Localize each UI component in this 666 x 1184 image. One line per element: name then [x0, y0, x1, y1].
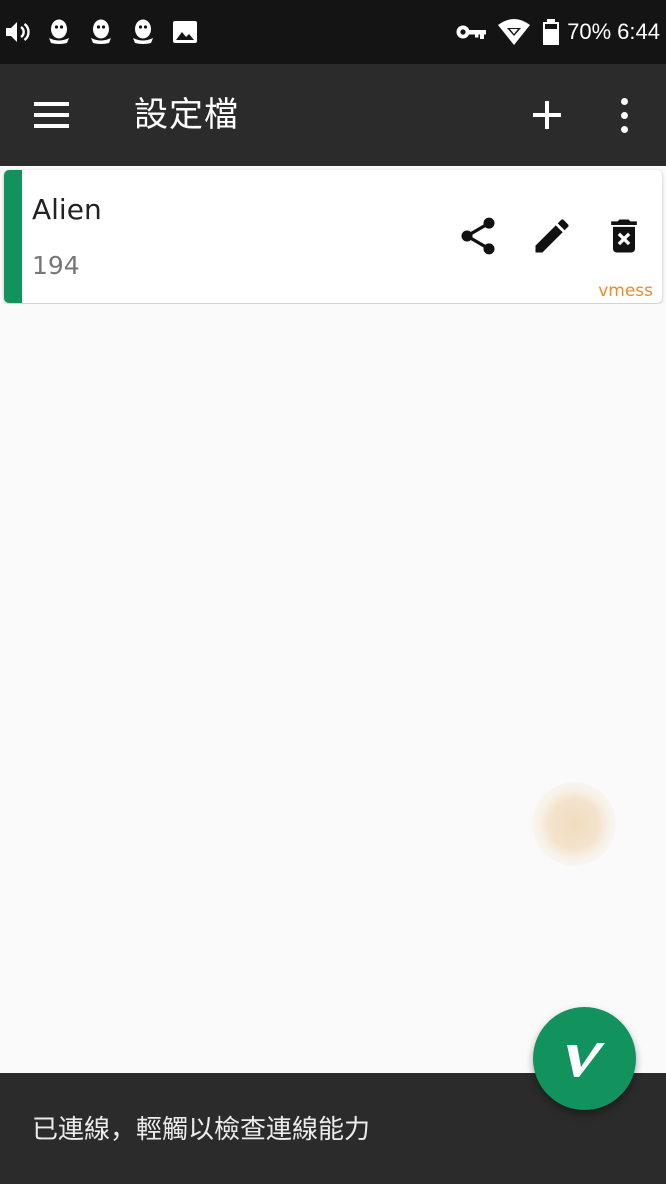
v-logo-icon — [567, 1043, 605, 1077]
volume-icon — [6, 22, 30, 42]
menu-button[interactable] — [22, 90, 82, 140]
battery-level: 70% — [567, 19, 612, 44]
qq-icon — [133, 19, 153, 44]
battery-and-time: 70% 6:44 — [541, 18, 660, 46]
edit-icon — [535, 219, 569, 253]
vpn-key-icon — [456, 25, 487, 39]
notification-icons — [4, 14, 198, 50]
share-button[interactable] — [456, 214, 500, 258]
edit-button[interactable] — [530, 214, 574, 258]
app-bar: 設定檔 — [0, 64, 666, 166]
more-options-button[interactable] — [600, 90, 650, 140]
wifi-icon — [498, 19, 531, 45]
clock: 6:44 — [617, 19, 660, 44]
server-card[interactable]: Alien 194 vmess — [4, 170, 662, 303]
delete-icon — [611, 219, 637, 253]
server-address: 194 — [32, 251, 80, 280]
qq-icon — [49, 19, 69, 44]
server-list-empty-area — [0, 304, 666, 1073]
add-button[interactable] — [520, 90, 574, 140]
server-type-label: vmess — [598, 281, 653, 301]
share-icon — [461, 217, 495, 255]
qq-icon — [91, 19, 111, 44]
assistive-touch-button[interactable] — [532, 782, 616, 866]
battery-icon — [543, 19, 560, 45]
delete-button[interactable] — [602, 214, 646, 258]
selected-indicator — [4, 170, 22, 303]
image-icon — [173, 21, 197, 43]
connect-toggle-fab[interactable] — [533, 1007, 636, 1110]
server-name: Alien — [32, 193, 102, 226]
status-bar: 70% 6:44 — [0, 0, 666, 64]
connection-status-text: 已連線，輕觸以檢查連線能力 — [32, 1115, 371, 1145]
page-title: 設定檔 — [134, 95, 239, 135]
system-status-icons: 70% 6:44 — [455, 14, 660, 50]
